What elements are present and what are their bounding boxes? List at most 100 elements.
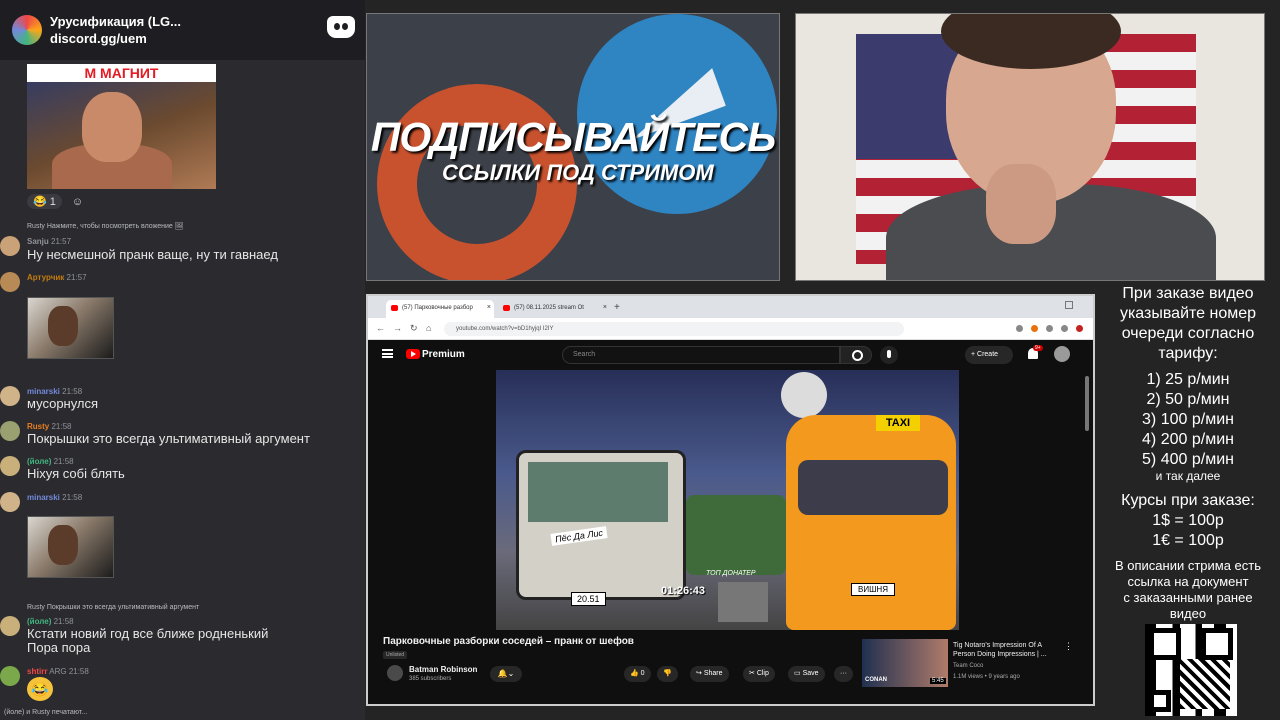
reaction-laugh[interactable]: 😂 1: [27, 194, 62, 209]
create-button[interactable]: + Create: [965, 346, 1013, 364]
home-icon[interactable]: ⌂: [426, 323, 431, 333]
add-reaction-icon[interactable]: ☺: [72, 196, 83, 208]
avatar: [0, 492, 20, 512]
like-button[interactable]: 👍 0: [624, 666, 651, 682]
avatar: [0, 616, 20, 636]
qr-code-image: [1145, 624, 1237, 716]
notification-badge: 9+: [1033, 345, 1043, 351]
back-icon[interactable]: ←: [376, 323, 385, 333]
extension-icon[interactable]: [1016, 325, 1023, 332]
search-icon[interactable]: [840, 346, 872, 364]
channel-name[interactable]: Batman Robinson: [409, 665, 477, 674]
new-tab-button[interactable]: +: [614, 302, 620, 313]
rate-item: 1) 25 р/мин: [1146, 371, 1230, 388]
top-donator-label: ТОП ДОНАТЕР: [706, 570, 756, 577]
message-text: мусорнулся: [27, 396, 99, 411]
microphone-icon[interactable]: [880, 346, 898, 364]
reload-icon[interactable]: ↻: [410, 323, 418, 334]
message-text: Покрышки это всегда ультимативный аргуме…: [27, 431, 310, 446]
username: minarski: [27, 387, 60, 396]
tab-bar: (57) Парковочные разбор × (57) 08.11.2025…: [368, 296, 1093, 318]
subscriber-count: 385 subscribers: [409, 676, 452, 682]
license-plate: ВИШНЯ: [851, 583, 895, 596]
description-note: В описании стрима есть ссылка на докумен…: [1114, 558, 1262, 621]
clip-button[interactable]: ✂ Clip: [743, 666, 775, 682]
avatar: [0, 272, 20, 292]
gif-banner: М МАГНИТ: [27, 64, 216, 82]
video-duration: 5:45: [930, 678, 946, 684]
recommended-video-title[interactable]: Tig Notaro's Impression Of A Person Doin…: [953, 641, 1063, 659]
youtube-header: Premium Search + Create 9+: [368, 340, 1093, 370]
username: Артурчик: [27, 273, 65, 282]
address-bar-row: ← → ↻ ⌂ youtube.com/watch?v=bD1hyjqI I2I…: [368, 318, 1093, 340]
close-tab-icon[interactable]: ×: [603, 304, 607, 311]
recommended-channel[interactable]: Team Coco: [953, 663, 983, 669]
message-text: Ніхуя собі блять: [27, 466, 125, 481]
subscribe-promo-panel: ПОДПИСЫВАЙТЕСЬ ССЫЛКИ ПОД СТРИМОМ: [366, 13, 780, 281]
browser-window: (57) Парковочные разбор × (57) 08.11.2025…: [366, 294, 1095, 706]
moon-image: [781, 372, 827, 418]
avatar: [0, 236, 20, 256]
recommended-meta: 1.1M views • 9 years ago: [953, 674, 1020, 680]
chat-image-attachment[interactable]: [27, 516, 114, 578]
browser-tab[interactable]: (57) Парковочные разбор ×: [386, 300, 494, 318]
avatar: [0, 456, 20, 476]
profile-icon[interactable]: [1076, 325, 1083, 332]
username: Sanju: [27, 237, 49, 246]
search-input[interactable]: Search: [562, 346, 840, 364]
message-text: Ну несмешной пранк ваще, ну ти гавнаед: [27, 247, 278, 262]
rate-item: 2) 50 р/мин: [1146, 391, 1230, 408]
currency-rates: Курсы при заказе: 1$ = 100р 1€ = 100р: [1121, 492, 1255, 549]
more-options-icon[interactable]: ⋮: [1064, 641, 1073, 652]
url-field[interactable]: youtube.com/watch?v=bD1hyjqI I2IY: [444, 322, 904, 336]
timestamp: 21:58: [51, 422, 72, 431]
share-button[interactable]: ↪ Share: [690, 666, 729, 682]
discord-logo-icon: [327, 16, 355, 38]
rate-etc: и так далее: [1155, 469, 1221, 483]
timestamp: 21:58: [62, 387, 83, 396]
license-plate: 20.51: [571, 592, 606, 606]
video-player[interactable]: TAXI Пёс Да Лис 20.51 ВИШНЯ ТОП ДОНАТЕР …: [496, 370, 959, 630]
extension-icons: [1016, 325, 1083, 332]
extension-icon[interactable]: [1046, 325, 1053, 332]
taxi-van-image: [786, 415, 956, 630]
extension-icon[interactable]: [1061, 325, 1068, 332]
timestamp: 21:58: [62, 493, 83, 502]
video-timestamp: 01:26:43: [661, 585, 706, 597]
reply-preview: Rusty Покрышки это всегда ультимативный …: [27, 604, 200, 611]
more-actions-button[interactable]: ···: [834, 666, 853, 682]
visibility-badge: Unlisted: [383, 651, 408, 659]
timestamp: 21:58: [68, 667, 89, 676]
browser-tab[interactable]: (57) 08.11.2025 stream Ot ×: [498, 300, 610, 318]
close-tab-icon[interactable]: ×: [487, 304, 491, 311]
rate-item: 5) 400 р/мин: [1142, 451, 1234, 468]
username: (йоле): [27, 457, 52, 466]
menu-icon[interactable]: [382, 349, 393, 358]
extension-icon[interactable]: [1031, 325, 1038, 332]
thumbnail-label: CONAN: [865, 677, 887, 683]
chat-image-attachment[interactable]: [27, 297, 114, 359]
notification-bell-button[interactable]: 🔔⌄: [490, 666, 522, 682]
forward-icon[interactable]: →: [393, 323, 402, 333]
rate-item: 3) 100 р/мин: [1142, 411, 1234, 428]
timestamp: 21:58: [53, 457, 74, 466]
channel-avatar[interactable]: [387, 665, 403, 681]
save-button[interactable]: ▭ Save: [788, 666, 825, 682]
timestamp: 21:57: [66, 273, 87, 282]
avatar: [0, 386, 20, 406]
window-restore-icon[interactable]: [1065, 301, 1073, 309]
dislike-button[interactable]: 👎: [657, 666, 678, 682]
scrollbar[interactable]: [1085, 376, 1089, 431]
server-name: Урусификация (LG...: [50, 14, 181, 29]
message-text: Кстати новий год все ближе родненький: [27, 626, 269, 641]
youtube-logo-icon[interactable]: [406, 349, 420, 359]
chat-gif-image: М МАГНИТ: [27, 64, 216, 189]
order-instructions: При заказе видео указывайте номер очеред…: [1119, 285, 1257, 362]
avatar: [0, 421, 20, 441]
laughing-emoji-icon: 😂: [27, 677, 53, 701]
message-text: Пора пора: [27, 640, 91, 655]
typing-indicator: (йоле) и Rusty печатают...: [4, 709, 88, 716]
account-avatar[interactable]: [1054, 346, 1070, 362]
youtube-brand[interactable]: Premium: [422, 349, 465, 360]
user-badge: ARG: [49, 667, 67, 676]
